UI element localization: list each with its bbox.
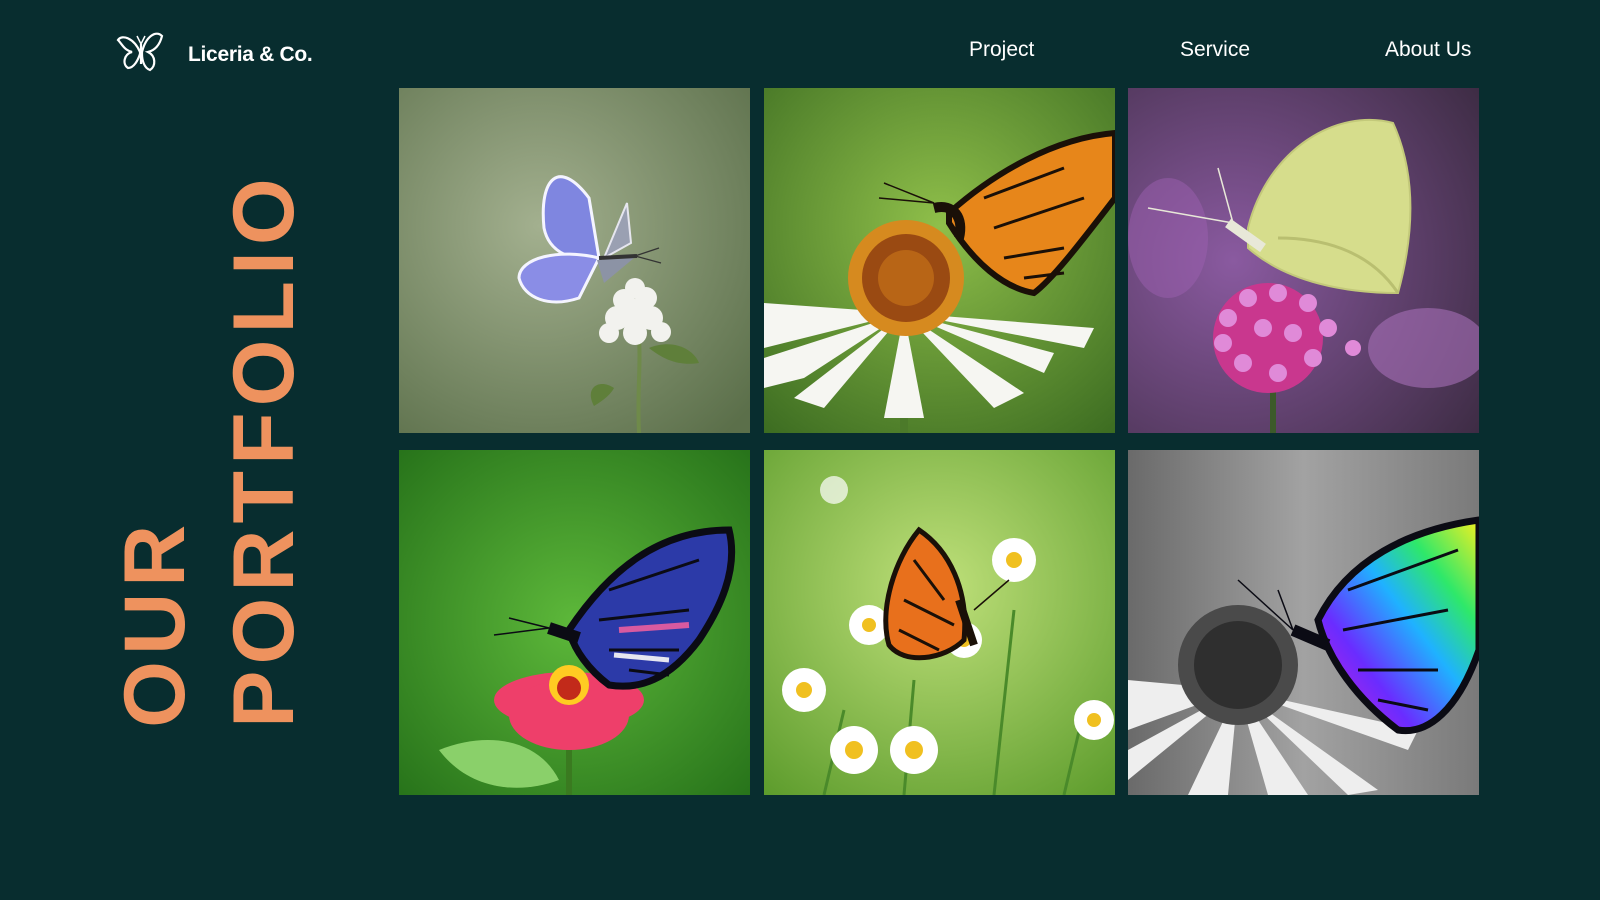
- headline-line-2: PORTFOLIO: [216, 172, 312, 728]
- monarch-daisies-image: [764, 450, 1115, 795]
- rainbow-butterfly-image: [1128, 450, 1479, 795]
- nav-about-us[interactable]: About Us: [1385, 38, 1471, 62]
- brand-name: Liceria & Co.: [188, 42, 313, 66]
- brand-logo[interactable]: Liceria & Co.: [116, 30, 313, 79]
- nav-project[interactable]: Project: [969, 38, 1034, 62]
- headline-line-1: OUR: [106, 518, 203, 728]
- portfolio-photo-2[interactable]: [764, 88, 1115, 433]
- blue-pink-butterfly-image: [399, 450, 750, 795]
- portfolio-photo-6[interactable]: [1128, 450, 1479, 795]
- portfolio-photo-1[interactable]: [399, 88, 750, 433]
- nav-service[interactable]: Service: [1180, 38, 1250, 62]
- butterfly-icon: [116, 30, 166, 79]
- page-title: OUR PORTFOLIO: [101, 172, 319, 728]
- white-butterfly-image: [1128, 88, 1479, 433]
- portfolio-photo-4[interactable]: [399, 450, 750, 795]
- monarch-butterfly-image: [764, 88, 1115, 433]
- portfolio-photo-3[interactable]: [1128, 88, 1479, 433]
- portfolio-photo-5[interactable]: [764, 450, 1115, 795]
- blue-butterfly-image: [399, 88, 750, 433]
